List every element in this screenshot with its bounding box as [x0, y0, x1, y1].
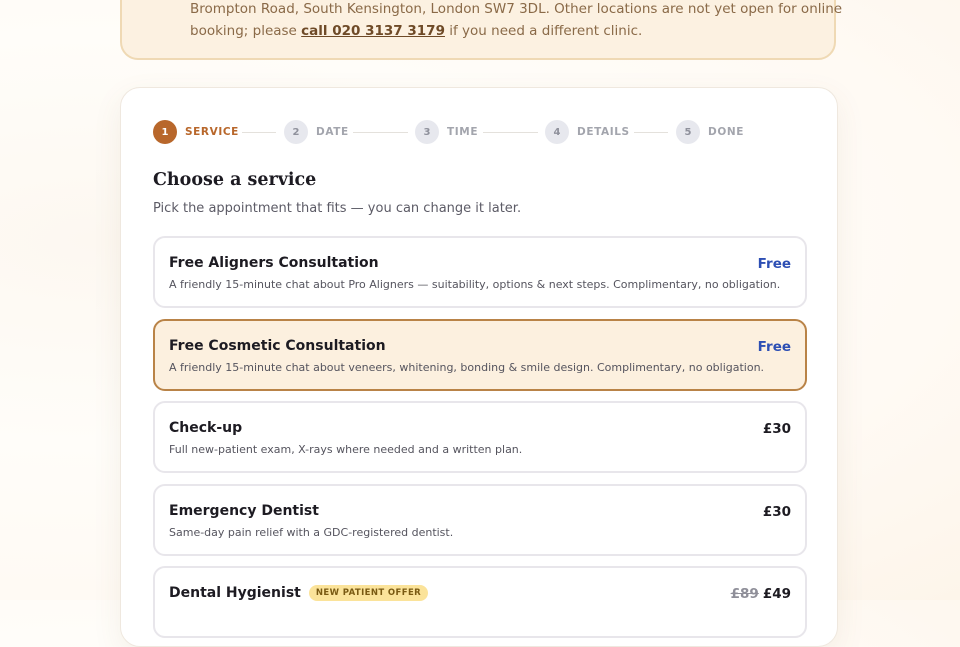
page-title: Choose a service [153, 170, 317, 190]
booking-stepper: 1 SERVICE 2 DATE 3 TIME 4 DETAILS 5 DONE [153, 120, 773, 144]
step-number: 1 [153, 120, 177, 144]
service-description: Full new-patient exam, X-rays where need… [169, 443, 523, 456]
step-label: DATE [316, 126, 349, 138]
service-price: Free [757, 256, 791, 272]
service-price: £30 [762, 504, 791, 520]
stepper-connector [353, 132, 408, 133]
step-number: 4 [545, 120, 569, 144]
service-description: A friendly 15-minute chat about veneers,… [169, 361, 765, 374]
notice-line-2-start: booking; please [190, 23, 297, 39]
step-date: 2 DATE [284, 120, 349, 144]
service-price: £30 [762, 421, 791, 437]
service-price: Free [757, 339, 791, 355]
step-label: DONE [708, 126, 745, 138]
stepper-connector [634, 132, 668, 133]
service-title: Check-up [169, 420, 243, 436]
clinic-location-notice: Brompton Road, South Kensington, London … [120, 0, 843, 60]
notice-text: Brompton Road, South Kensington, London … [190, 0, 843, 42]
step-details: 4 DETAILS [545, 120, 630, 144]
service-title: Free Aligners Consultation [169, 255, 379, 271]
notice-line-2: booking; please call 020 3137 3179 if yo… [190, 20, 820, 42]
service-title: Free Cosmetic Consultation [169, 338, 386, 354]
notice-line-2-end: if you need a different clinic. [449, 23, 643, 39]
service-title: Emergency Dentist [169, 503, 319, 519]
service-option-check-up[interactable]: Check-up Full new-patient exam, X-rays w… [153, 401, 807, 473]
service-title-row: Dental Hygienist NEW PATIENT OFFER [169, 585, 429, 601]
new-patient-offer-badge: NEW PATIENT OFFER [308, 585, 429, 601]
booking-card: 1 SERVICE 2 DATE 3 TIME 4 DETAILS 5 DONE… [120, 87, 838, 647]
stepper-connector [483, 132, 538, 133]
service-description: A friendly 15-minute chat about Pro Alig… [169, 278, 781, 291]
step-number: 2 [284, 120, 308, 144]
step-label: TIME [447, 126, 479, 138]
step-number: 3 [415, 120, 439, 144]
stepper-connector [242, 132, 276, 133]
service-option-dental-hygienist[interactable]: Dental Hygienist NEW PATIENT OFFER £89 £49 [153, 566, 807, 638]
step-label: SERVICE [185, 126, 239, 138]
notice-line-1: Brompton Road, South Kensington, London … [190, 1, 843, 17]
service-title: Dental Hygienist [169, 585, 301, 601]
step-number: 5 [676, 120, 700, 144]
call-clinic-link[interactable]: call 020 3137 3179 [301, 23, 445, 39]
step-service: 1 SERVICE [153, 120, 239, 144]
service-option-emergency-dentist[interactable]: Emergency Dentist Same-day pain relief w… [153, 484, 807, 556]
service-option-cosmetic-consultation[interactable]: Free Cosmetic Consultation A friendly 15… [153, 319, 807, 391]
service-description: Same-day pain relief with a GDC-register… [169, 526, 454, 539]
step-done: 5 DONE [676, 120, 744, 144]
step-time: 3 TIME [415, 120, 478, 144]
step-label: DETAILS [577, 126, 630, 138]
service-option-aligners-consultation[interactable]: Free Aligners Consultation A friendly 15… [153, 236, 807, 308]
page-subtitle: Pick the appointment that fits — you can… [153, 201, 522, 216]
